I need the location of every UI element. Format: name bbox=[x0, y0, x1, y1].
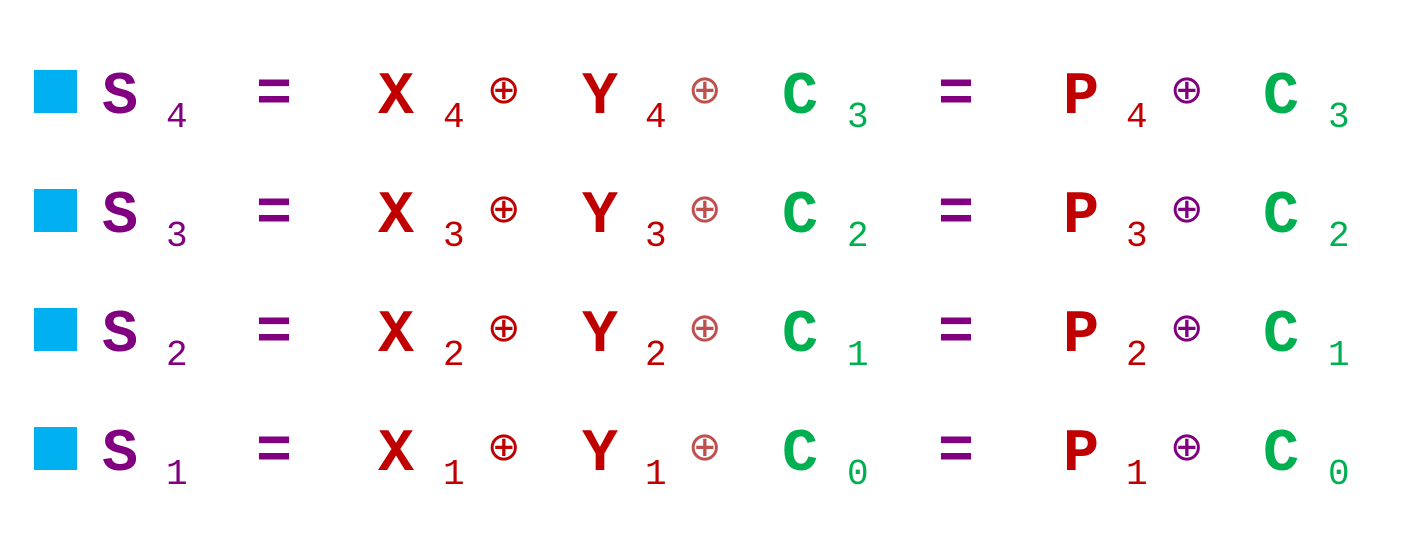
square-bullet-icon bbox=[34, 427, 77, 470]
equation-row-s4: S 4 = X 4 ⊕ Y 4 ⊕ C 3 = P 4 ⊕ C 3 bbox=[0, 0, 1425, 136]
carry-symbol: C bbox=[782, 421, 819, 489]
equals-sign: = bbox=[256, 300, 293, 368]
equation-slide: S 4 = X 4 ⊕ Y 4 ⊕ C 3 = P 4 ⊕ C 3 S 3 = … bbox=[0, 0, 1425, 543]
xor-operator: ⊕ bbox=[1170, 186, 1204, 232]
equation-row-s2: S 2 = X 2 ⊕ Y 2 ⊕ C 1 = P 2 ⊕ C 1 bbox=[0, 238, 1425, 374]
y-symbol: Y bbox=[582, 421, 619, 489]
equation-row-s3: S 3 = X 3 ⊕ Y 3 ⊕ C 2 = P 3 ⊕ C 2 bbox=[0, 119, 1425, 255]
square-bullet-icon bbox=[34, 308, 77, 351]
sum-symbol: S bbox=[102, 421, 139, 489]
equals-sign: = bbox=[938, 300, 975, 368]
equals-sign: = bbox=[938, 419, 975, 487]
xor-operator: ⊕ bbox=[1170, 305, 1204, 351]
p-subscript: 1 bbox=[1126, 454, 1148, 495]
square-bullet-icon bbox=[34, 70, 77, 113]
sum-subscript: 1 bbox=[166, 454, 188, 495]
p-symbol: P bbox=[1063, 421, 1100, 489]
xor-operator: ⊕ bbox=[487, 424, 521, 470]
x-symbol: X bbox=[378, 421, 415, 489]
equals-sign: = bbox=[938, 181, 975, 249]
xor-operator: ⊕ bbox=[1170, 424, 1204, 470]
xor-operator: ⊕ bbox=[688, 305, 722, 351]
carry-subscript: 0 bbox=[1328, 454, 1350, 495]
square-bullet-icon bbox=[34, 189, 77, 232]
xor-operator: ⊕ bbox=[487, 305, 521, 351]
x-subscript: 1 bbox=[443, 454, 465, 495]
y-subscript: 1 bbox=[645, 454, 667, 495]
equation-row-s1: S 1 = X 1 ⊕ Y 1 ⊕ C 0 = P 1 ⊕ C 0 bbox=[0, 357, 1425, 493]
xor-operator: ⊕ bbox=[1170, 67, 1204, 113]
equals-sign: = bbox=[938, 62, 975, 130]
xor-operator: ⊕ bbox=[688, 424, 722, 470]
equals-sign: = bbox=[256, 419, 293, 487]
xor-operator: ⊕ bbox=[487, 67, 521, 113]
xor-operator: ⊕ bbox=[688, 186, 722, 232]
equals-sign: = bbox=[256, 62, 293, 130]
carry-symbol: C bbox=[1263, 421, 1300, 489]
xor-operator: ⊕ bbox=[487, 186, 521, 232]
xor-operator: ⊕ bbox=[688, 67, 722, 113]
carry-subscript: 0 bbox=[847, 454, 869, 495]
equals-sign: = bbox=[256, 181, 293, 249]
